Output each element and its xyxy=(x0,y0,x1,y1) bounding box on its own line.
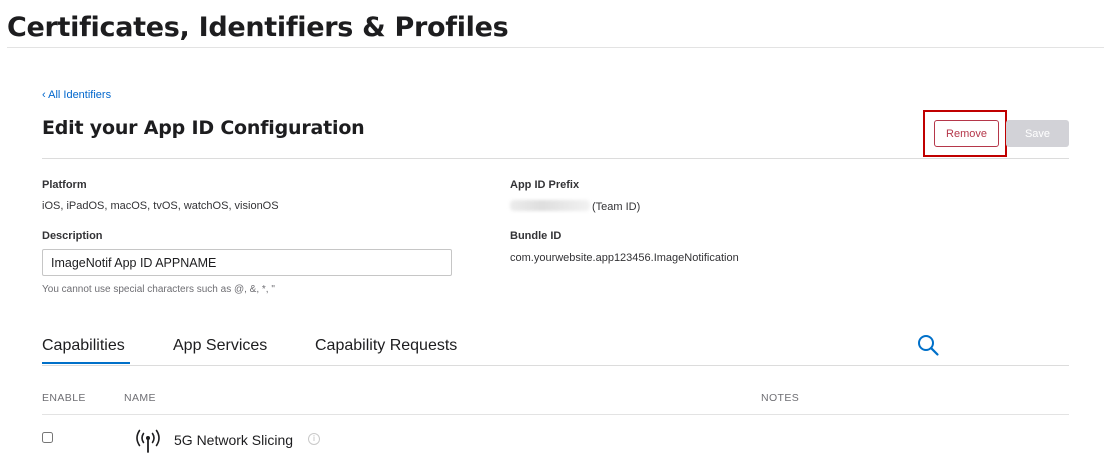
description-input[interactable] xyxy=(42,249,452,276)
section-divider xyxy=(42,158,1069,159)
enable-checkbox-5g-network-slicing[interactable] xyxy=(42,432,53,443)
all-identifiers-link[interactable]: ‹ All Identifiers xyxy=(42,89,111,101)
description-label: Description xyxy=(42,230,103,242)
tab-app-services[interactable]: App Services xyxy=(173,337,267,355)
section-title: Edit your App ID Configuration xyxy=(42,117,365,139)
tabs-divider xyxy=(42,365,1069,366)
page-title: Certificates, Identifiers & Profiles xyxy=(7,12,509,43)
info-icon[interactable]: i xyxy=(308,433,320,445)
active-tab-indicator xyxy=(42,362,130,364)
app-id-prefix-value: (Team ID) xyxy=(510,200,640,213)
remove-button[interactable]: Remove xyxy=(934,120,999,147)
app-id-prefix-label: App ID Prefix xyxy=(510,179,580,191)
platform-label: Platform xyxy=(42,179,87,191)
redacted-team-id xyxy=(510,200,590,211)
tab-capability-requests[interactable]: Capability Requests xyxy=(315,337,457,355)
table-header-divider xyxy=(42,414,1069,415)
description-hint: You cannot use special characters such a… xyxy=(42,284,275,295)
column-header-enable: ENABLE xyxy=(42,392,86,404)
save-button[interactable]: Save xyxy=(1006,120,1069,147)
title-divider xyxy=(7,47,1104,48)
column-header-notes: NOTES xyxy=(761,392,800,404)
tab-capabilities[interactable]: Capabilities xyxy=(42,337,125,355)
antenna-signal-icon xyxy=(136,429,160,453)
search-icon[interactable] xyxy=(916,333,940,357)
bundle-id-label: Bundle ID xyxy=(510,230,562,242)
column-header-name: NAME xyxy=(124,392,156,404)
platform-value: iOS, iPadOS, macOS, tvOS, watchOS, visio… xyxy=(42,200,279,212)
team-id-suffix: (Team ID) xyxy=(592,201,641,213)
capability-name: 5G Network Slicing xyxy=(174,432,294,448)
bundle-id-value: com.yourwebsite.app123456.ImageNotificat… xyxy=(510,252,739,264)
